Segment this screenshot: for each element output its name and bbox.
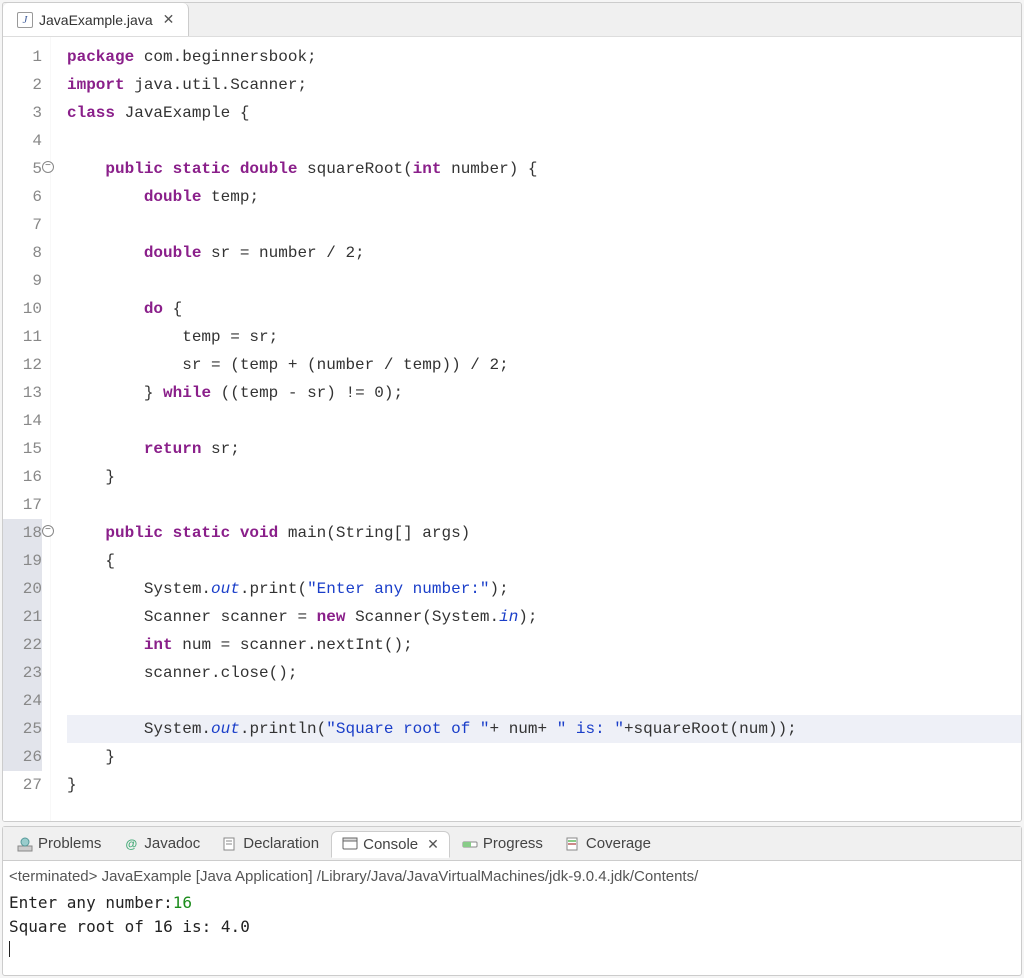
code-line[interactable]: class JavaExample { — [67, 99, 1021, 127]
bottom-tabs-bar: Problems @ Javadoc Declaration Console ✕… — [3, 827, 1021, 861]
tab-label: Javadoc — [144, 835, 200, 852]
code-line[interactable]: { — [67, 547, 1021, 575]
tab-coverage[interactable]: Coverage — [555, 831, 661, 856]
code-line[interactable]: } — [67, 771, 1021, 799]
code-line[interactable]: Scanner scanner = new Scanner(System.in)… — [67, 603, 1021, 631]
line-number: 15 — [3, 435, 42, 463]
console-status: <terminated> JavaExample [Java Applicati… — [9, 863, 1015, 891]
line-number: 16 — [3, 463, 42, 491]
code-line[interactable]: public static void main(String[] args) — [67, 519, 1021, 547]
code-line[interactable]: package com.beginnersbook; — [67, 43, 1021, 71]
code-line[interactable]: do { — [67, 295, 1021, 323]
line-number: 21 — [3, 603, 42, 631]
declaration-icon — [222, 836, 238, 852]
code-content[interactable]: package com.beginnersbook;import java.ut… — [51, 37, 1021, 821]
line-number: 6 — [3, 183, 42, 211]
editor-tab-javaexample[interactable]: J JavaExample.java ✕ — [3, 3, 189, 36]
progress-icon — [462, 836, 478, 852]
line-number: 14 — [3, 407, 42, 435]
code-line[interactable] — [67, 267, 1021, 295]
console-output-line: Square root of 16 is: 4.0 — [9, 915, 1015, 939]
code-line[interactable]: System.out.println("Square root of "+ nu… — [67, 715, 1021, 743]
line-number: 10 — [3, 295, 42, 323]
line-number: 5− — [3, 155, 42, 183]
code-line[interactable]: } — [67, 743, 1021, 771]
editor-tabs-bar: J JavaExample.java ✕ — [3, 3, 1021, 37]
tab-problems[interactable]: Problems — [7, 831, 111, 856]
code-line[interactable]: } while ((temp - sr) != 0); — [67, 379, 1021, 407]
code-line[interactable] — [67, 491, 1021, 519]
line-number: 12 — [3, 351, 42, 379]
console-output-line: Enter any number:16 — [9, 891, 1015, 915]
line-number: 9 — [3, 267, 42, 295]
line-number: 2 — [3, 71, 42, 99]
tab-javadoc[interactable]: @ Javadoc — [113, 831, 210, 856]
line-number: 25 — [3, 715, 42, 743]
line-number: 11 — [3, 323, 42, 351]
line-number: 1 — [3, 43, 42, 71]
editor-panel: J JavaExample.java ✕ 12345−6789101112131… — [2, 2, 1022, 822]
line-number: 18− — [3, 519, 42, 547]
console-cursor-line — [9, 939, 1015, 964]
line-number: 23 — [3, 659, 42, 687]
code-line[interactable]: System.out.print("Enter any number:"); — [67, 575, 1021, 603]
code-line[interactable] — [67, 211, 1021, 239]
line-number: 13 — [3, 379, 42, 407]
line-number: 20 — [3, 575, 42, 603]
code-line[interactable]: double temp; — [67, 183, 1021, 211]
fold-toggle-icon[interactable]: − — [42, 161, 54, 173]
line-number-gutter: 12345−6789101112131415161718−19202122232… — [3, 37, 51, 821]
tab-progress[interactable]: Progress — [452, 831, 553, 856]
console-icon — [342, 836, 358, 852]
line-number: 27 — [3, 771, 42, 799]
code-line[interactable]: public static double squareRoot(int numb… — [67, 155, 1021, 183]
line-number: 8 — [3, 239, 42, 267]
line-number: 22 — [3, 631, 42, 659]
tab-console[interactable]: Console ✕ — [331, 831, 450, 858]
code-line[interactable]: import java.util.Scanner; — [67, 71, 1021, 99]
tab-label: Problems — [38, 835, 101, 852]
code-line[interactable]: double sr = number / 2; — [67, 239, 1021, 267]
code-line[interactable]: temp = sr; — [67, 323, 1021, 351]
line-number: 24 — [3, 687, 42, 715]
tab-label: Coverage — [586, 835, 651, 852]
code-line[interactable]: return sr; — [67, 435, 1021, 463]
console-body[interactable]: <terminated> JavaExample [Java Applicati… — [3, 861, 1021, 975]
close-icon[interactable]: ✕ — [163, 11, 175, 28]
fold-toggle-icon[interactable]: − — [42, 525, 54, 537]
line-number: 17 — [3, 491, 42, 519]
tab-label: Declaration — [243, 835, 319, 852]
java-file-icon: J — [17, 12, 33, 28]
code-line[interactable]: scanner.close(); — [67, 659, 1021, 687]
line-number: 3 — [3, 99, 42, 127]
line-number: 19 — [3, 547, 42, 575]
bottom-panel: Problems @ Javadoc Declaration Console ✕… — [2, 826, 1022, 976]
code-line[interactable] — [67, 407, 1021, 435]
close-icon[interactable]: ✕ — [427, 836, 439, 853]
coverage-icon — [565, 836, 581, 852]
tab-label: Progress — [483, 835, 543, 852]
code-line[interactable]: int num = scanner.nextInt(); — [67, 631, 1021, 659]
code-line[interactable] — [67, 127, 1021, 155]
problems-icon — [17, 836, 33, 852]
javadoc-icon: @ — [123, 836, 139, 852]
line-number: 7 — [3, 211, 42, 239]
tab-label: Console — [363, 836, 418, 853]
line-number: 26 — [3, 743, 42, 771]
code-line[interactable]: sr = (temp + (number / temp)) / 2; — [67, 351, 1021, 379]
tab-declaration[interactable]: Declaration — [212, 831, 329, 856]
code-area[interactable]: 12345−6789101112131415161718−19202122232… — [3, 37, 1021, 821]
code-line[interactable] — [67, 687, 1021, 715]
line-number: 4 — [3, 127, 42, 155]
code-line[interactable]: } — [67, 463, 1021, 491]
editor-tab-title: JavaExample.java — [39, 12, 153, 28]
